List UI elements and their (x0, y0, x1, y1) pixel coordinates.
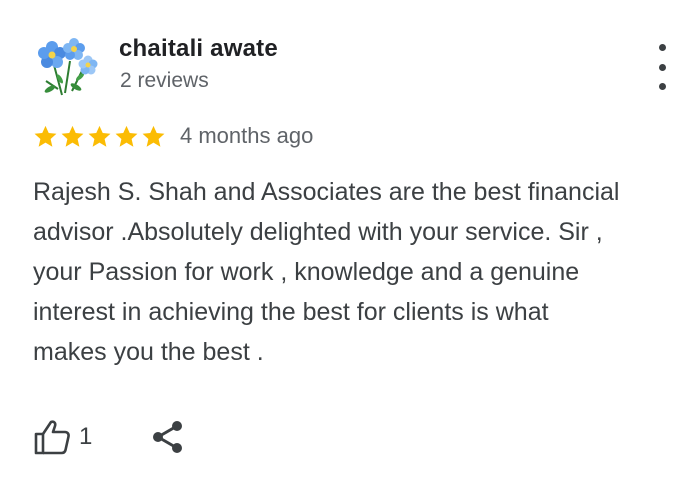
star-rating (33, 124, 168, 149)
avatar[interactable] (32, 31, 102, 101)
star-icon (141, 124, 166, 149)
more-vert-icon (658, 44, 666, 51)
flower-avatar-icon (38, 38, 98, 96)
rating-row: 4 months ago (33, 121, 313, 151)
share-button[interactable] (150, 418, 186, 456)
thumb-up-outline-icon (34, 420, 70, 455)
star-icon (33, 124, 58, 149)
review-count: 2 reviews (120, 69, 209, 92)
review-text: Rajesh S. Shah and Associates are the be… (33, 178, 620, 366)
like-button[interactable]: 1 (33, 418, 92, 456)
more-vert-icon-dot (658, 83, 666, 90)
review-date: 4 months ago (180, 123, 314, 148)
author-name[interactable]: chaitali awate (119, 35, 278, 63)
more-vert-icon-dot (658, 63, 666, 71)
review-actions: 1 (33, 418, 186, 456)
more-options-button[interactable] (648, 44, 676, 90)
like-count: 1 (79, 423, 93, 450)
star-icon (114, 124, 139, 149)
star-icon (60, 124, 85, 149)
share-icon (153, 421, 183, 453)
star-icon (87, 124, 112, 149)
review-card: chaitali awate 2 reviews 4 months ago Ra… (0, 0, 697, 479)
